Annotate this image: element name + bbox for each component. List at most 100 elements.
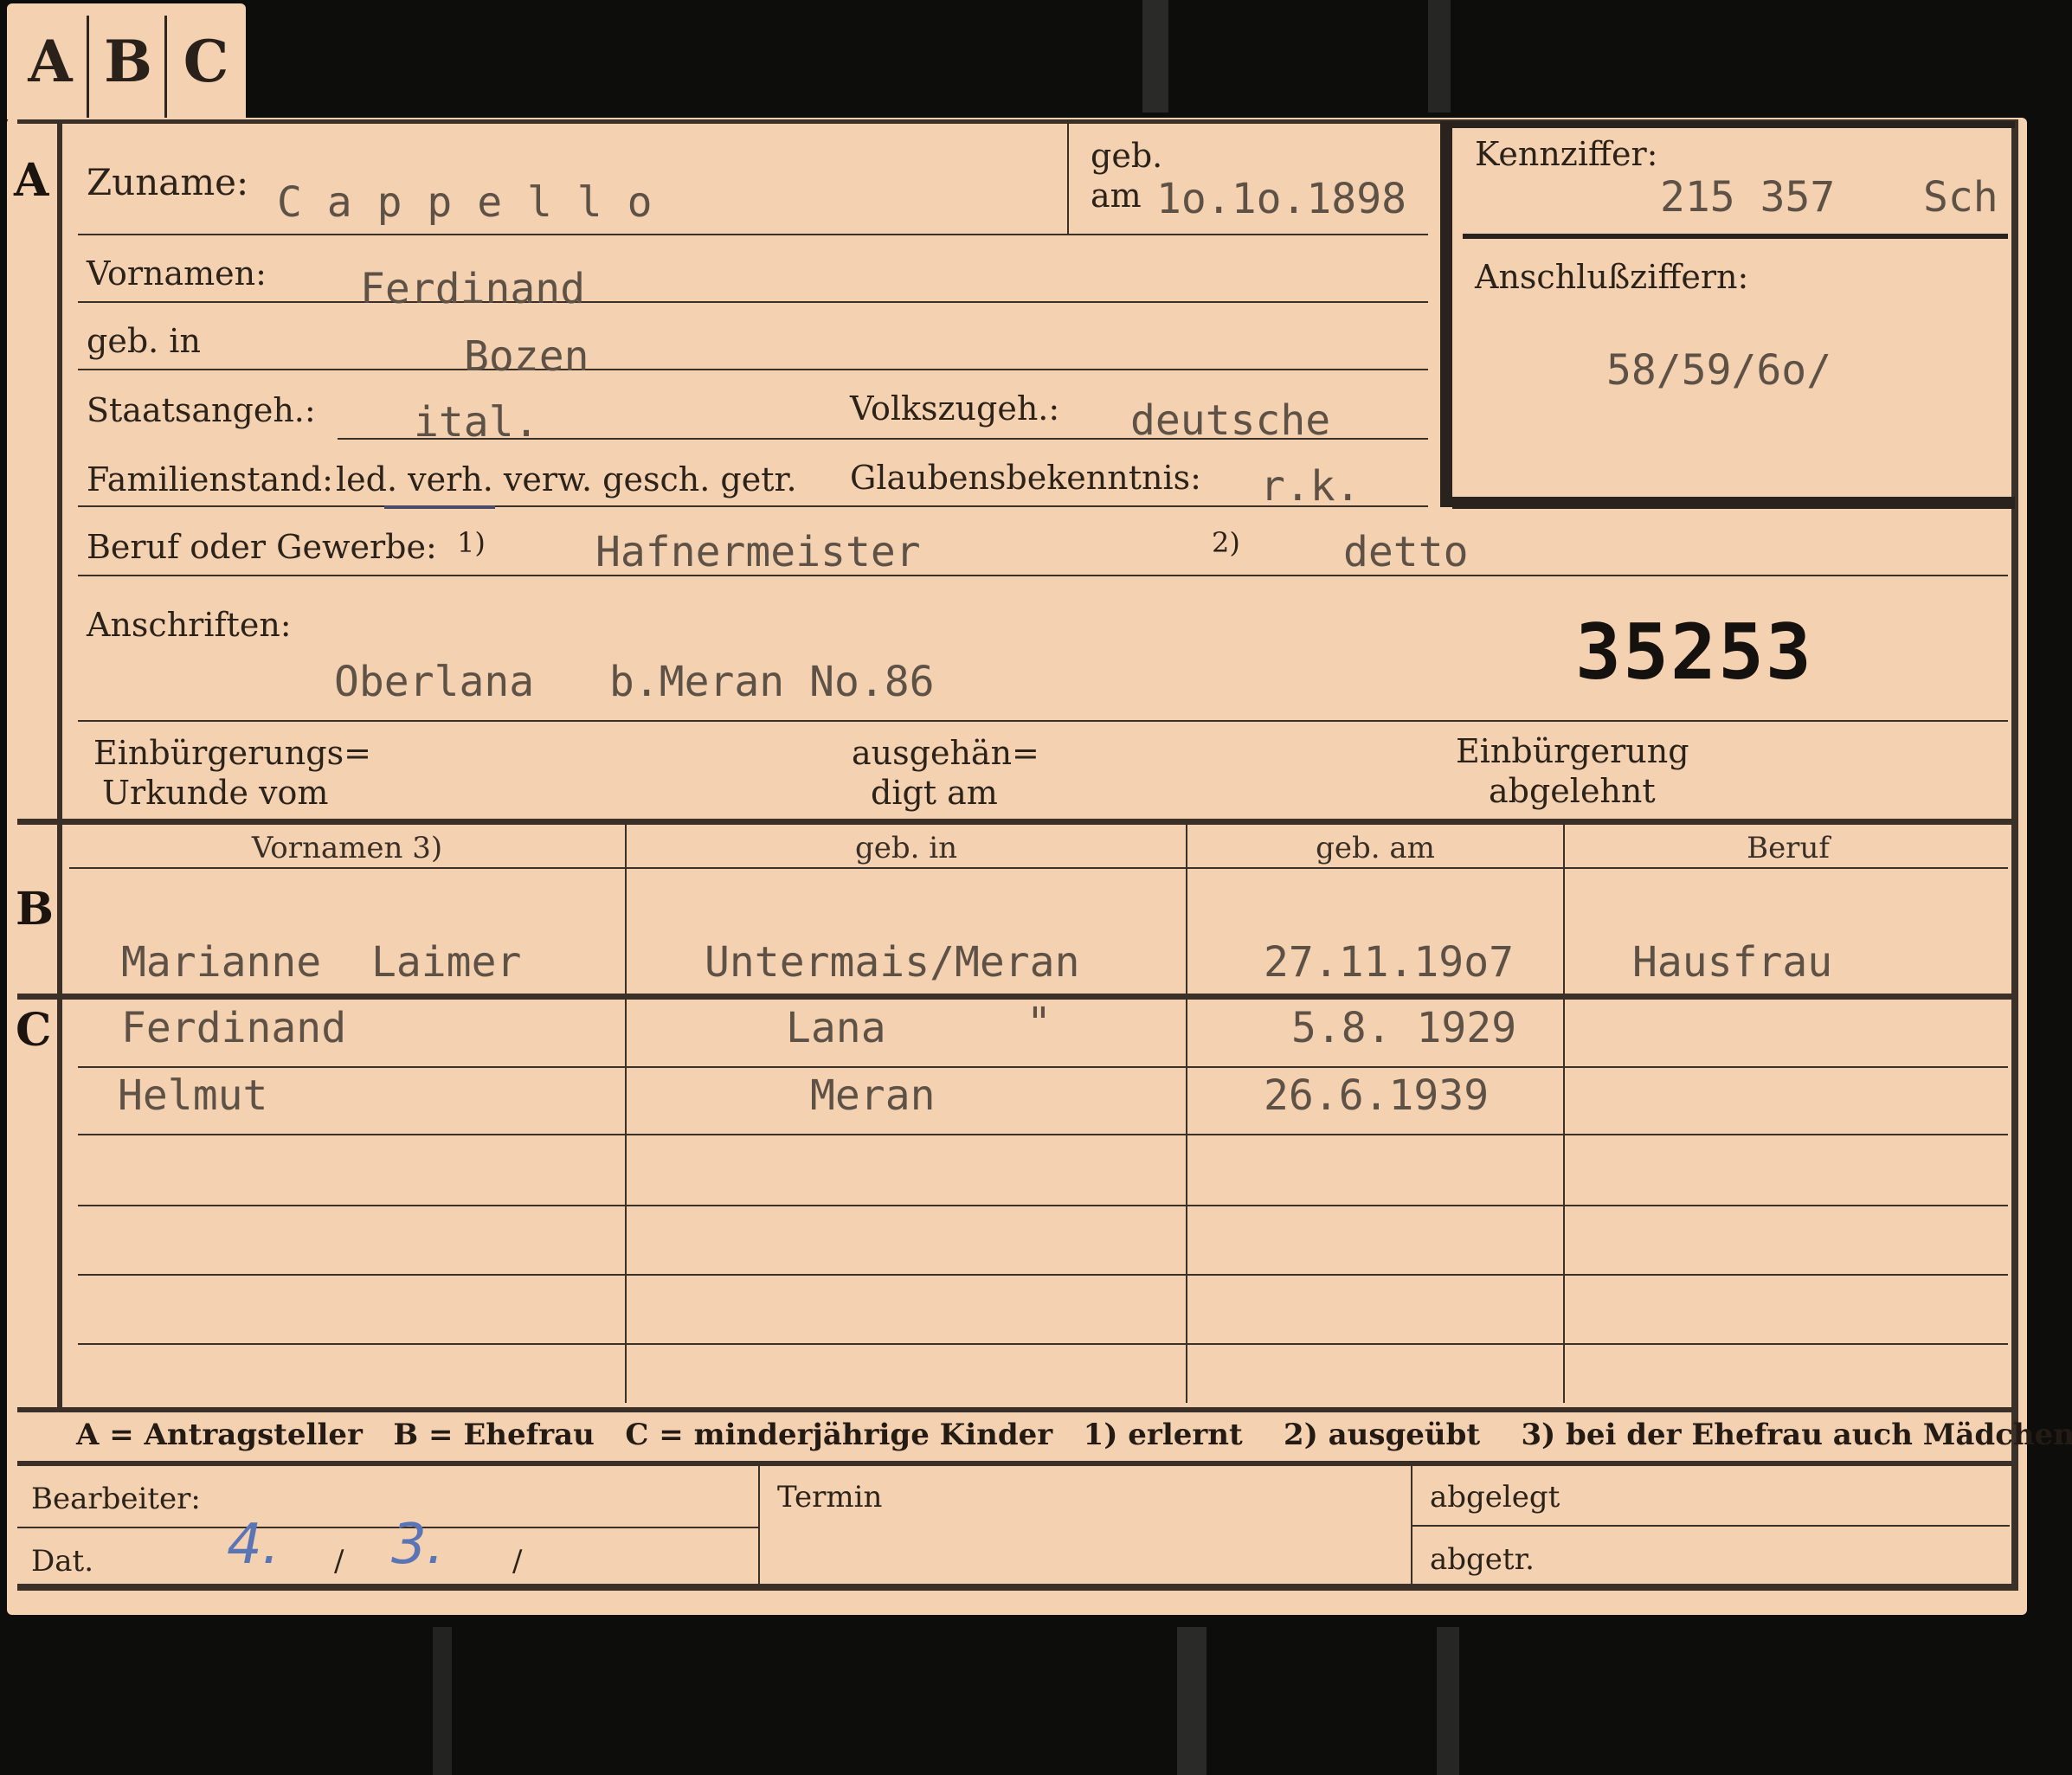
citizenship-label: Staatsangeh.: bbox=[87, 391, 316, 429]
section-c-marker: C bbox=[16, 1004, 52, 1057]
handwritten-day: 4. bbox=[227, 1513, 280, 1577]
scanner-strip bbox=[1177, 1627, 1207, 1775]
registration-card bbox=[7, 118, 2027, 1615]
child-1-birthplace: Lana bbox=[786, 1004, 886, 1052]
index-tab: A B C bbox=[7, 3, 246, 119]
child-1-name: Ferdinand bbox=[121, 1004, 347, 1052]
section-a-marker: A bbox=[14, 154, 49, 207]
kennziffer-box-border bbox=[1440, 121, 1452, 507]
kennziffer-box-border bbox=[1452, 497, 2015, 509]
handed-out-label-1: ausgehän= bbox=[852, 734, 1039, 772]
birthplace-value: Bozen bbox=[464, 332, 589, 381]
column-divider bbox=[1563, 825, 1565, 1403]
occupation-learned-value: Hafnermeister bbox=[595, 528, 921, 576]
abgetragen-label: abgetr. bbox=[1430, 1542, 1535, 1577]
kennziffer-box-border bbox=[1452, 121, 2015, 128]
anschluss-label: Anschlußziffern: bbox=[1475, 258, 1749, 296]
birthdate-value: 1o.1o.1898 bbox=[1156, 175, 1406, 223]
kennziffer-suffix: Sch bbox=[1923, 173, 1998, 222]
tab-c: C bbox=[183, 28, 229, 95]
rule bbox=[69, 867, 2008, 869]
rule bbox=[78, 1134, 2008, 1135]
birthdate-label-am: am bbox=[1091, 177, 1142, 215]
stamped-number: 35253 bbox=[1575, 608, 1813, 697]
rule bbox=[78, 301, 1428, 303]
naturalization-rejected-label-2: abgelehnt bbox=[1489, 772, 1656, 810]
firstnames-label: Vornamen: bbox=[87, 254, 267, 293]
rule bbox=[78, 1205, 2008, 1206]
divider bbox=[758, 1466, 760, 1584]
tab-a: A bbox=[28, 28, 73, 95]
marital-status-options: led. verh. verw. gesch. getr. bbox=[336, 460, 797, 498]
kennziffer-box-border bbox=[1463, 234, 2008, 239]
date-slash-1: / bbox=[334, 1544, 344, 1579]
rule bbox=[78, 369, 1428, 370]
child-2-birthdate: 26.6.1939 bbox=[1264, 1071, 1490, 1120]
child-2-name: Helmut bbox=[118, 1071, 268, 1120]
section-b-separator bbox=[17, 994, 2017, 1000]
rule bbox=[78, 234, 1428, 235]
left-vertical-rule bbox=[57, 119, 62, 1409]
spouse-birthdate: 27.11.19o7 bbox=[1264, 938, 1514, 987]
address-value: Oberlana b.Meran No.86 bbox=[334, 658, 935, 706]
address-label: Anschriften: bbox=[87, 606, 292, 644]
scanner-strip bbox=[433, 1627, 452, 1775]
birthdate-label-geb: geb. bbox=[1091, 137, 1163, 175]
occupation-note-2: 2) bbox=[1212, 526, 1240, 559]
kennziffer-label: Kennziffer: bbox=[1475, 135, 1658, 173]
child-1-ditto-mark: " bbox=[1026, 999, 1052, 1047]
spouse-birthplace: Untermais/Meran bbox=[705, 938, 1080, 987]
column-header-firstnames: Vornamen 3) bbox=[251, 831, 443, 865]
occupation-note-1: 1) bbox=[457, 526, 486, 559]
kennziffer-value: 215 357 bbox=[1660, 173, 1836, 222]
handwritten-month: 3. bbox=[391, 1513, 445, 1577]
section-a-separator bbox=[17, 819, 2017, 825]
spouse-name: Marianne Laimer bbox=[121, 938, 522, 987]
marital-status-label: Familienstand: bbox=[87, 460, 333, 498]
tab-divider bbox=[164, 16, 167, 118]
date-slash-2: / bbox=[512, 1544, 523, 1579]
legend-text: A = Antragsteller B = Ehefrau C = minder… bbox=[76, 1418, 2072, 1452]
rule bbox=[78, 575, 2008, 576]
card-right-border bbox=[2011, 119, 2018, 1591]
spouse-occupation: Hausfrau bbox=[1632, 938, 1833, 987]
rule bbox=[78, 1343, 2008, 1345]
scanner-strip bbox=[1428, 0, 1451, 113]
birthplace-label: geb. in bbox=[87, 322, 201, 360]
marital-underline-verh bbox=[384, 505, 495, 509]
religion-label: Glaubensbekenntnis: bbox=[850, 459, 1201, 497]
rule bbox=[78, 720, 2008, 722]
handed-out-label-2: digt am bbox=[871, 774, 998, 812]
religion-value: r.k. bbox=[1260, 462, 1361, 511]
column-divider bbox=[625, 825, 627, 1403]
occupation-practiced-value: detto bbox=[1343, 528, 1469, 576]
naturalization-doc-label-1: Einbürgerungs= bbox=[93, 734, 371, 772]
firstnames-value: Ferdinand bbox=[360, 265, 586, 313]
column-header-birthplace: geb. in bbox=[854, 831, 958, 865]
divider bbox=[1067, 124, 1069, 235]
legend-bottom-rule bbox=[17, 1461, 2017, 1466]
scanner-strip bbox=[1437, 1627, 1459, 1775]
rule bbox=[78, 1274, 2008, 1276]
ethnicity-value: deutsche bbox=[1130, 396, 1331, 445]
tab-divider bbox=[87, 16, 89, 118]
abgelegt-label: abgelegt bbox=[1430, 1480, 1560, 1515]
naturalization-doc-label-2: Urkunde vom bbox=[102, 774, 329, 812]
rule bbox=[17, 1527, 758, 1528]
rule bbox=[1412, 1525, 2010, 1527]
scanner-strip bbox=[1142, 0, 1168, 113]
anschluss-value: 58/59/6o/ bbox=[1606, 346, 1832, 395]
date-label: Dat. bbox=[31, 1544, 94, 1579]
rule bbox=[78, 505, 1428, 507]
child-1-birthdate: 5.8. 1929 bbox=[1291, 1004, 1517, 1052]
child-2-birthplace: Meran bbox=[810, 1071, 936, 1120]
tab-b: B bbox=[104, 28, 152, 95]
surname-value: C a p p e l l o bbox=[277, 178, 653, 227]
column-header-occupation: Beruf bbox=[1747, 831, 1830, 865]
column-header-birthdate: geb. am bbox=[1316, 831, 1435, 865]
rule bbox=[78, 1066, 2008, 1068]
termin-label: Termin bbox=[777, 1480, 883, 1515]
ethnicity-label: Volkszugeh.: bbox=[850, 389, 1060, 428]
naturalization-rejected-label-1: Einbürgerung bbox=[1456, 732, 1689, 770]
citizenship-value: ital. bbox=[414, 398, 539, 447]
